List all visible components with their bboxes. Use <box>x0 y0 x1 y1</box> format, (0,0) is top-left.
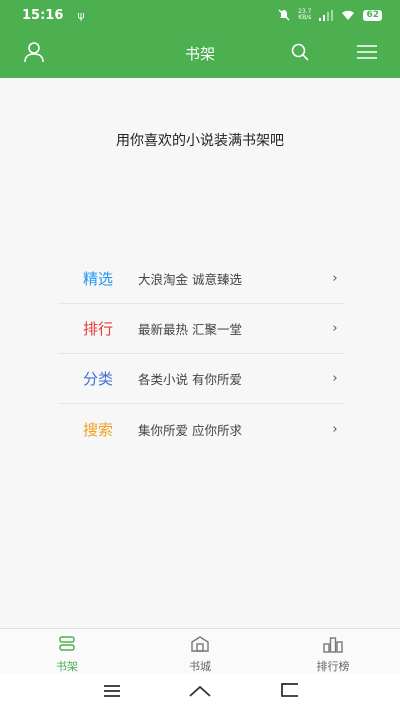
signal-icon <box>319 9 334 21</box>
tab-bookstore[interactable]: 书城 <box>150 629 250 674</box>
status-time: 15:16 <box>22 7 64 23</box>
mute-icon <box>278 9 290 21</box>
usb-icon: ψ <box>77 8 85 22</box>
entry-label: 排行 <box>82 320 113 338</box>
search-icon <box>290 42 310 66</box>
net-speed: 23.7 KB/s <box>298 9 311 21</box>
bottom-tab-bar: 书架 书城 排行榜 <box>0 628 400 673</box>
search-button[interactable] <box>286 40 314 68</box>
entry-label: 分类 <box>82 370 113 388</box>
tab-label: 排行榜 <box>316 660 350 673</box>
bookshelf-icon <box>17 629 117 653</box>
system-nav-bar <box>0 673 400 711</box>
user-icon <box>23 41 45 67</box>
battery-indicator: 62 <box>363 9 382 21</box>
entry-ranking[interactable]: 排行 最新最热 汇聚一堂 › <box>58 304 345 354</box>
entry-description: 各类小说 有你所爱 <box>138 372 242 387</box>
entry-category[interactable]: 分类 各类小说 有你所爱 › <box>58 354 345 404</box>
back-icon <box>280 682 300 702</box>
entry-description: 大浪淘金 诚意臻选 <box>138 272 242 287</box>
tab-label: 书架 <box>56 660 78 673</box>
user-button[interactable] <box>20 40 48 68</box>
ranking-icon <box>283 629 383 653</box>
entry-list: 精选 大浪淘金 诚意臻选 › 排行 最新最热 汇聚一堂 › 分类 各类小说 有你… <box>58 254 345 454</box>
home-button[interactable] <box>188 682 212 702</box>
entry-label: 精选 <box>82 270 113 288</box>
tab-ranking[interactable]: 排行榜 <box>283 629 383 674</box>
back-button[interactable] <box>278 682 302 702</box>
tab-bookshelf[interactable]: 书架 <box>17 629 117 674</box>
chevron-right-icon: › <box>332 271 338 286</box>
tab-label: 书城 <box>189 660 211 673</box>
entry-label: 搜索 <box>82 420 113 439</box>
wifi-icon <box>341 10 355 21</box>
entry-featured[interactable]: 精选 大浪淘金 诚意臻选 › <box>58 254 345 304</box>
app-bar: 书架 <box>0 30 400 78</box>
recent-apps-icon <box>103 683 121 702</box>
bookstore-icon <box>150 629 250 653</box>
recent-apps-button[interactable] <box>100 682 124 702</box>
hamburger-menu-icon <box>356 44 378 64</box>
home-icon <box>188 683 212 702</box>
entry-description: 集你所爱 应你所求 <box>138 422 242 438</box>
empty-shelf-message: 用你喜欢的小说装满书架吧 <box>116 133 284 149</box>
chevron-right-icon: › <box>332 321 338 336</box>
menu-button[interactable] <box>353 40 381 68</box>
net-speed-unit: KB/s <box>298 14 312 21</box>
status-bar: 15:16 ψ 23.7 KB/s 62 <box>0 0 400 30</box>
status-right: 23.7 KB/s 62 <box>278 9 382 21</box>
page-title: 书架 <box>184 45 215 63</box>
entry-description: 最新最热 汇聚一堂 <box>138 322 242 337</box>
entry-search[interactable]: 搜索 集你所爱 应你所求 › <box>58 404 345 454</box>
chevron-right-icon: › <box>332 371 338 386</box>
chevron-right-icon: › <box>332 421 338 437</box>
